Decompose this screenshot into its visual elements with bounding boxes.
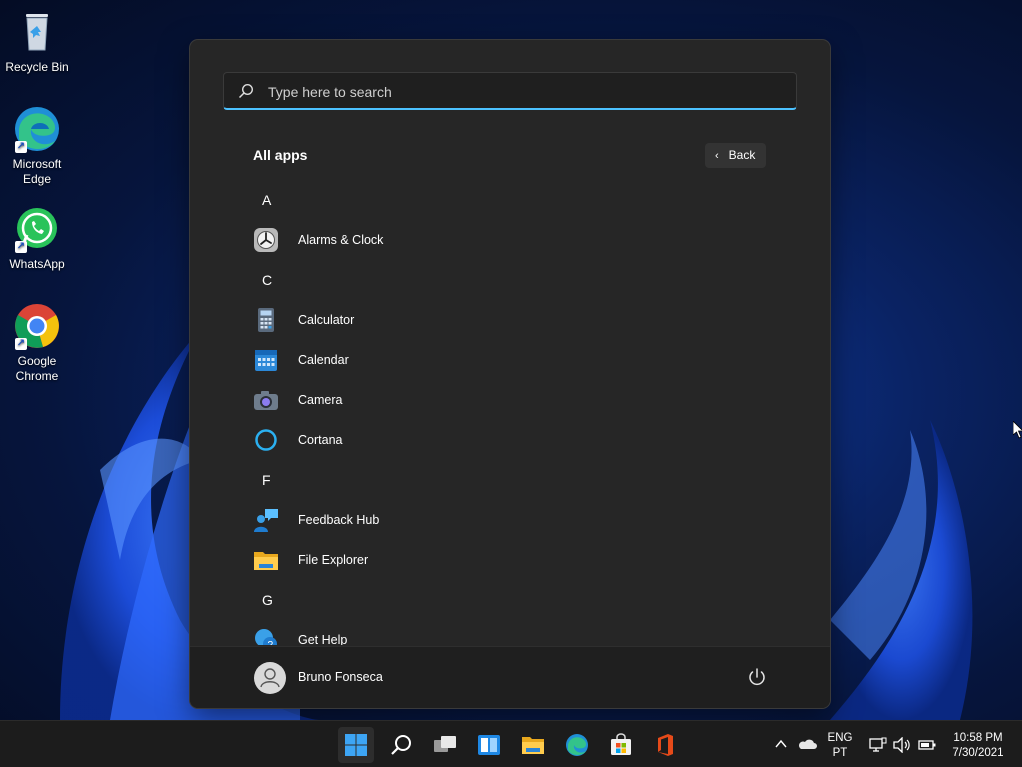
group-header-g[interactable]: G — [240, 580, 800, 620]
app-label: Calculator — [298, 313, 355, 327]
desktop-icon-microsoft-edge[interactable]: ↗ Microsoft Edge — [1, 105, 73, 187]
taskbar-start-button[interactable] — [338, 727, 374, 763]
taskbar-store-button[interactable] — [603, 727, 639, 763]
app-label: Calendar — [298, 353, 349, 367]
start-footer: Bruno Fonseca — [190, 646, 830, 708]
user-icon — [260, 668, 280, 688]
taskbar-widgets-button[interactable] — [471, 727, 507, 763]
clock-time: 10:58 PM — [953, 732, 1003, 744]
taskbar: ENG PT 10:58 PM 7/30/2021 — [0, 720, 1022, 767]
cortana-icon — [253, 427, 279, 453]
user-name[interactable]: Bruno Fonseca — [298, 670, 383, 684]
store-icon — [611, 733, 631, 755]
app-item-calendar[interactable]: Calendar — [240, 340, 800, 380]
keyboard-layout: PT — [832, 747, 848, 759]
app-label: Get Help — [298, 633, 348, 645]
search-box[interactable] — [223, 72, 797, 111]
folder-icon — [253, 547, 279, 573]
avatar[interactable] — [254, 662, 286, 694]
app-label: File Explorer — [298, 553, 369, 567]
chrome-icon: ↗ — [13, 302, 61, 350]
search-input[interactable] — [266, 73, 790, 111]
app-label: Feedback Hub — [298, 513, 380, 527]
whatsapp-icon: ↗ — [13, 205, 61, 253]
app-item-calculator[interactable]: Calculator — [240, 300, 800, 340]
app-label: Camera — [298, 393, 343, 407]
language-code: ENG — [827, 732, 853, 744]
get-help-icon: ? — [253, 627, 279, 645]
app-label: Alarms & Clock — [298, 233, 384, 247]
desktop-icon-label: Google Chrome — [15, 354, 59, 383]
app-list: A Alarms & Clock C Calculator Calendar C… — [240, 180, 800, 645]
clock-icon — [253, 227, 279, 253]
volume-icon[interactable] — [893, 737, 911, 753]
group-header-f[interactable]: F — [240, 460, 800, 500]
search-icon — [238, 83, 254, 99]
app-item-camera[interactable]: Camera — [240, 380, 800, 420]
app-item-file-explorer[interactable]: File Explorer — [240, 540, 800, 580]
edge-icon — [566, 734, 588, 756]
app-item-feedback-hub[interactable]: Feedback Hub — [240, 500, 800, 540]
desktop-icon-google-chrome[interactable]: ↗ Google Chrome — [1, 302, 73, 384]
clock-date: 7/30/2021 — [952, 747, 1004, 759]
start-icon — [345, 734, 367, 756]
language-indicator[interactable]: ENG PT — [826, 731, 854, 761]
taskbar-office-button[interactable] — [647, 727, 683, 763]
edge-icon: ↗ — [13, 105, 61, 153]
mouse-cursor-icon — [1013, 421, 1022, 439]
calendar-icon — [253, 347, 279, 373]
taskbar-task-view-button[interactable] — [427, 727, 463, 763]
app-label: Cortana — [298, 433, 343, 447]
svg-text:?: ? — [268, 640, 274, 645]
desktop-icon-recycle-bin[interactable]: Recycle Bin — [1, 8, 73, 75]
desktop-icon-label: Microsoft Edge — [12, 157, 62, 186]
start-menu: All apps ‹ Back A Alarms & Clock C — [190, 40, 830, 708]
desktop-icon-label: WhatsApp — [9, 257, 65, 271]
app-item-alarms-clock[interactable]: Alarms & Clock — [240, 220, 800, 260]
group-header-c[interactable]: C — [240, 260, 800, 300]
task-view-icon — [434, 736, 456, 752]
feedback-hub-icon — [253, 507, 279, 533]
app-item-get-help[interactable]: ? Get Help — [240, 620, 800, 645]
search-icon — [391, 735, 411, 755]
chevron-up-icon[interactable] — [775, 739, 787, 749]
desktop-icon-label: Recycle Bin — [5, 60, 69, 74]
power-icon — [749, 668, 765, 686]
calculator-icon — [253, 307, 279, 333]
onedrive-icon[interactable] — [797, 738, 817, 750]
file-explorer-icon — [522, 737, 544, 754]
widgets-icon — [478, 735, 500, 755]
taskbar-search-button[interactable] — [383, 727, 419, 763]
clock[interactable]: 10:58 PM 7/30/2021 — [946, 731, 1010, 761]
group-header-a[interactable]: A — [240, 180, 800, 220]
power-button[interactable] — [746, 666, 768, 693]
network-icon[interactable] — [869, 737, 887, 753]
battery-icon[interactable] — [917, 738, 937, 752]
office-icon — [658, 734, 673, 756]
taskbar-edge-button[interactable] — [559, 727, 595, 763]
desktop-icon-whatsapp[interactable]: ↗ WhatsApp — [1, 205, 73, 272]
chevron-left-icon: ‹ — [715, 150, 719, 162]
taskbar-file-explorer-button[interactable] — [515, 727, 551, 763]
recycle-bin-icon — [13, 8, 61, 56]
camera-icon — [253, 387, 279, 413]
all-apps-title: All apps — [253, 147, 308, 163]
back-label: Back — [728, 148, 756, 162]
back-button[interactable]: ‹ Back — [705, 143, 766, 168]
app-item-cortana[interactable]: Cortana — [240, 420, 800, 460]
